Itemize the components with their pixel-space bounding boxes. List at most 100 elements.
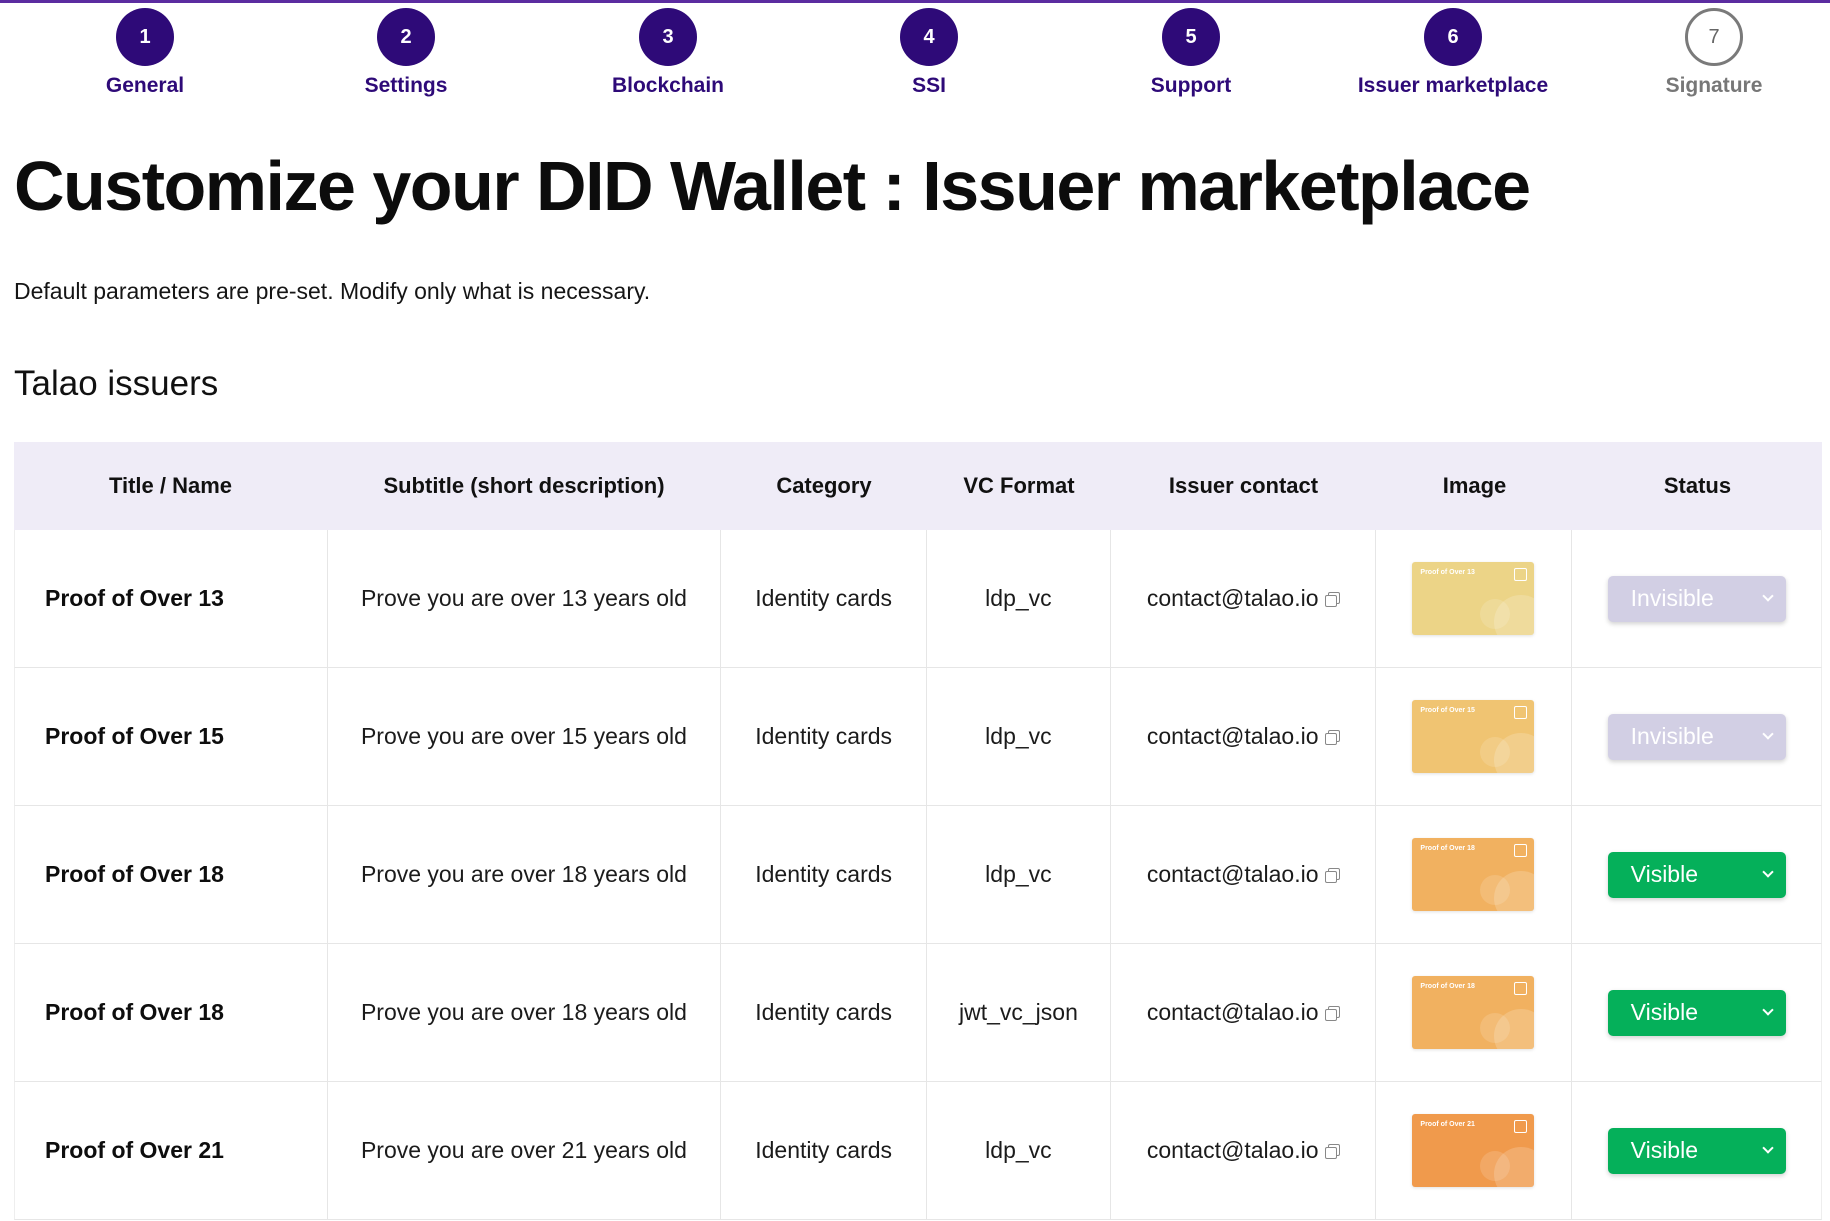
header-vc-format: VC Format bbox=[963, 473, 1075, 498]
issuer-contact-cell: contact@talao.io bbox=[1111, 1082, 1376, 1219]
step-1[interactable]: 1 General bbox=[15, 8, 275, 98]
table-row: Proof of Over 15 Prove you are over 15 ye… bbox=[14, 668, 1822, 806]
card-image-label: Proof of Over 15 bbox=[1420, 707, 1475, 714]
issuer-category: Identity cards bbox=[721, 1082, 928, 1219]
credential-card-image: Proof of Over 13 bbox=[1412, 562, 1535, 635]
step-4[interactable]: 4 SSI bbox=[799, 8, 1059, 98]
copy-icon[interactable] bbox=[1324, 1005, 1340, 1021]
status-select[interactable]: Visible bbox=[1607, 851, 1786, 898]
chevron-down-icon bbox=[1761, 866, 1774, 878]
copy-icon[interactable] bbox=[1324, 1143, 1340, 1159]
status-value: Invisible bbox=[1630, 723, 1714, 749]
issuer-contact: contact@talao.io bbox=[1146, 861, 1319, 887]
issuer-subtitle: Prove you are over 18 years old bbox=[328, 944, 722, 1081]
table-row: Proof of Over 13 Prove you are over 13 ye… bbox=[14, 530, 1822, 668]
step-6[interactable]: 6 Issuer marketplace bbox=[1323, 8, 1583, 98]
issuer-status-cell: Invisible bbox=[1572, 668, 1821, 805]
step-7[interactable]: 7 Signature bbox=[1584, 8, 1830, 98]
table-body: Proof of Over 13 Prove you are over 13 ye… bbox=[14, 530, 1822, 1220]
copy-icon[interactable] bbox=[1324, 729, 1340, 745]
issuer-subtitle: Prove you are over 15 years old bbox=[328, 668, 722, 805]
step-number: 2 bbox=[377, 8, 435, 66]
issuers-table: Title / Name Subtitle (short description… bbox=[14, 442, 1822, 1220]
issuer-title: Proof of Over 18 bbox=[15, 944, 328, 1081]
step-3[interactable]: 3 Blockchain bbox=[538, 8, 798, 98]
issuer-vc-format: ldp_vc bbox=[927, 530, 1111, 667]
step-label: Support bbox=[1150, 74, 1232, 97]
table-row: Proof of Over 18 Prove you are over 18 ye… bbox=[14, 944, 1822, 1082]
issuer-title: Proof of Over 18 bbox=[15, 806, 328, 943]
header-issuer-contact: Issuer contact bbox=[1168, 473, 1319, 498]
issuer-title: Proof of Over 13 bbox=[15, 530, 328, 667]
step-number: 5 bbox=[1162, 8, 1220, 66]
issuer-vc-format: ldp_vc bbox=[927, 806, 1111, 943]
issuer-category: Identity cards bbox=[721, 668, 928, 805]
page-title: Customize your DID Wallet : Issuer marke… bbox=[14, 147, 1531, 225]
table-row: Proof of Over 18 Prove you are over 18 ye… bbox=[14, 806, 1822, 944]
issuer-contact: contact@talao.io bbox=[1146, 585, 1319, 611]
chevron-down-icon bbox=[1761, 590, 1774, 602]
issuer-title: Proof of Over 21 bbox=[15, 1082, 328, 1219]
header-category: Category bbox=[776, 473, 872, 498]
step-number: 6 bbox=[1424, 8, 1482, 66]
issuer-vc-format: ldp_vc bbox=[927, 668, 1111, 805]
credential-card-image: Proof of Over 15 bbox=[1412, 700, 1535, 773]
issuer-contact: contact@talao.io bbox=[1146, 999, 1319, 1025]
issuer-image-cell: Proof of Over 18 bbox=[1376, 944, 1573, 1081]
issuer-vc-format: ldp_vc bbox=[927, 1082, 1111, 1219]
issuer-category: Identity cards bbox=[721, 944, 928, 1081]
copy-icon[interactable] bbox=[1324, 591, 1340, 607]
copy-icon[interactable] bbox=[1324, 867, 1340, 883]
issuer-image-cell: Proof of Over 15 bbox=[1376, 668, 1573, 805]
checkbox-icon bbox=[1514, 1120, 1528, 1133]
status-select[interactable]: Invisible bbox=[1607, 713, 1786, 760]
step-label: Blockchain bbox=[611, 74, 725, 97]
status-select[interactable]: Visible bbox=[1607, 989, 1786, 1036]
status-value: Visible bbox=[1630, 999, 1698, 1025]
issuer-subtitle: Prove you are over 18 years old bbox=[328, 806, 722, 943]
card-image-label: Proof of Over 21 bbox=[1420, 1121, 1475, 1128]
step-number: 1 bbox=[116, 8, 174, 66]
issuer-status-cell: Invisible bbox=[1572, 530, 1821, 667]
step-5[interactable]: 5 Support bbox=[1061, 8, 1321, 98]
issuer-contact-cell: contact@talao.io bbox=[1111, 944, 1376, 1081]
issuer-contact-cell: contact@talao.io bbox=[1111, 806, 1376, 943]
status-select[interactable]: Invisible bbox=[1607, 575, 1786, 622]
issuer-subtitle: Prove you are over 13 years old bbox=[328, 530, 722, 667]
issuer-status-cell: Visible bbox=[1572, 806, 1821, 943]
step-label: Issuer marketplace bbox=[1357, 74, 1549, 97]
checkbox-icon bbox=[1514, 706, 1528, 719]
header-status: Status bbox=[1663, 473, 1732, 498]
page-intro: Default parameters are pre-set. Modify o… bbox=[14, 278, 651, 304]
issuer-contact: contact@talao.io bbox=[1146, 1137, 1319, 1163]
issuer-image-cell: Proof of Over 13 bbox=[1376, 530, 1573, 667]
checkbox-icon bbox=[1514, 982, 1528, 995]
step-number: 7 bbox=[1685, 8, 1743, 66]
status-select[interactable]: Visible bbox=[1607, 1127, 1786, 1174]
status-value: Invisible bbox=[1630, 585, 1714, 611]
issuer-image-cell: Proof of Over 18 bbox=[1376, 806, 1573, 943]
status-value: Visible bbox=[1630, 861, 1698, 887]
header-subtitle: Subtitle (short description) bbox=[383, 473, 665, 498]
table-row: Proof of Over 21 Prove you are over 21 ye… bbox=[14, 1082, 1822, 1220]
step-2[interactable]: 2 Settings bbox=[276, 8, 536, 98]
issuer-contact-cell: contact@talao.io bbox=[1111, 530, 1376, 667]
issuer-contact: contact@talao.io bbox=[1146, 723, 1319, 749]
chevron-down-icon bbox=[1761, 728, 1774, 740]
issuer-subtitle: Prove you are over 21 years old bbox=[328, 1082, 722, 1219]
checkbox-icon bbox=[1514, 568, 1528, 581]
card-image-label: Proof of Over 18 bbox=[1420, 845, 1475, 852]
issuer-category: Identity cards bbox=[721, 806, 928, 943]
credential-card-image: Proof of Over 21 bbox=[1412, 1114, 1535, 1187]
stepper: 1 General 2 Settings 3 Blockchain 4 SSI 5 Support… bbox=[0, 8, 1830, 108]
header-title: Title / Name bbox=[108, 473, 233, 498]
issuer-title: Proof of Over 15 bbox=[15, 668, 328, 805]
credential-card-image: Proof of Over 18 bbox=[1412, 838, 1535, 911]
status-value: Visible bbox=[1630, 1137, 1698, 1163]
issuer-status-cell: Visible bbox=[1572, 1082, 1821, 1219]
issuer-status-cell: Visible bbox=[1572, 944, 1821, 1081]
section-title: Talao issuers bbox=[14, 364, 219, 403]
issuer-category: Identity cards bbox=[721, 530, 928, 667]
step-number: 3 bbox=[639, 8, 697, 66]
step-label: Signature bbox=[1665, 74, 1763, 97]
